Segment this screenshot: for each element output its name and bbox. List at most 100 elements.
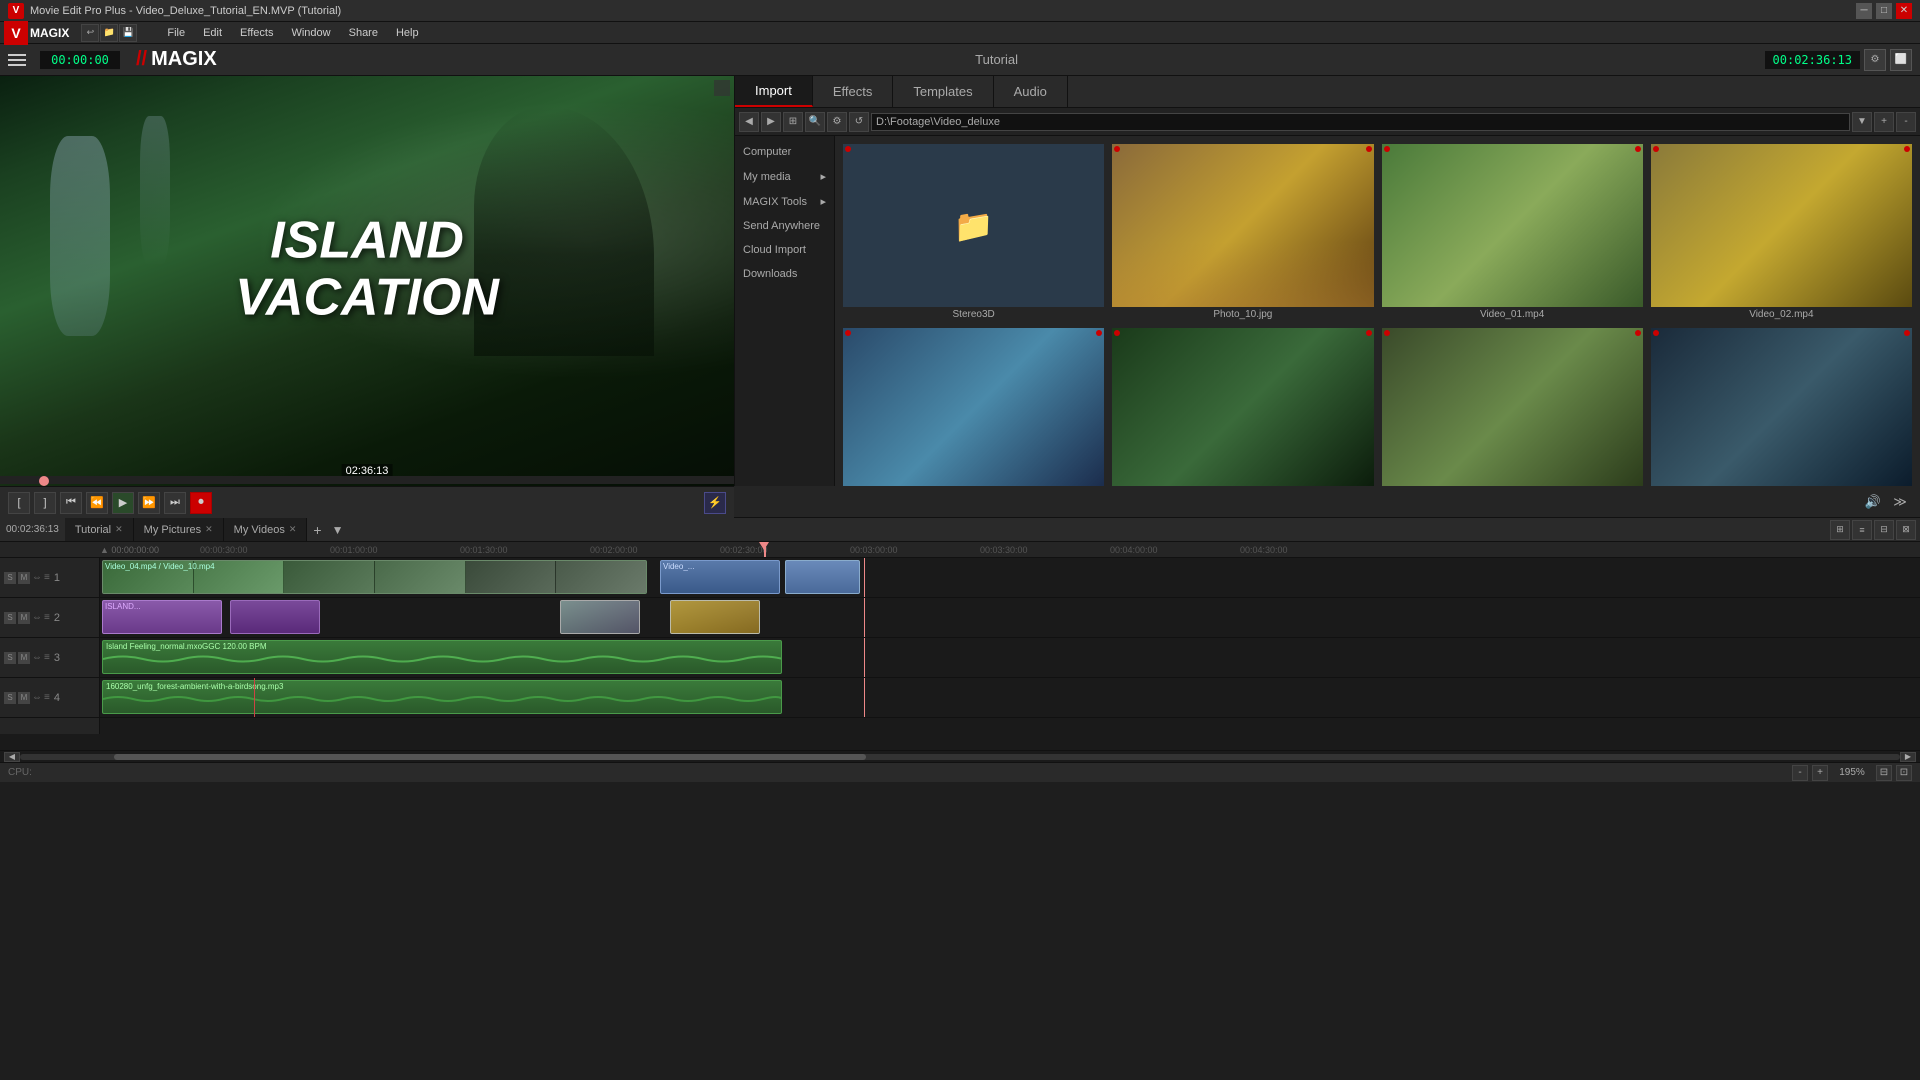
import-send-anywhere[interactable]: Send Anywhere (735, 214, 834, 238)
media-item-video[interactable]: Video_03.mp4 (843, 328, 1104, 486)
clip-video-2[interactable]: Video_... (660, 560, 780, 594)
tab-pictures-close[interactable]: ✕ (205, 524, 213, 535)
import-downloads[interactable]: Downloads (735, 262, 834, 286)
track-4-mute[interactable]: M (18, 692, 30, 704)
restore-button[interactable]: □ (1876, 3, 1892, 19)
track-1-solo[interactable]: S (4, 572, 16, 584)
timeline-view-button[interactable]: ≡ (1852, 520, 1872, 540)
clip-audio-1[interactable]: Island Feeling_normal.mxoGGC 120.00 BPM (102, 640, 782, 674)
media-item-folder[interactable]: 📁 Stereo3D (843, 144, 1104, 320)
track-1-expand[interactable]: ≡ (44, 572, 50, 583)
clip-title-2[interactable] (230, 600, 320, 634)
maximize-view-icon[interactable]: ⬜ (1890, 49, 1912, 71)
track-2-expand[interactable]: ≡ (44, 612, 50, 623)
large-view-button[interactable]: ⊟ (1874, 520, 1894, 540)
scroll-left-button[interactable]: ◀ (4, 752, 20, 762)
refresh-button[interactable]: ↺ (849, 112, 869, 132)
track-2-solo[interactable]: S (4, 612, 16, 624)
toolbar-icon-3[interactable]: 💾 (119, 24, 137, 42)
fast-forward-button[interactable]: ⏩ (138, 492, 160, 514)
tab-import[interactable]: Import (735, 76, 813, 107)
track-expand-button[interactable]: ⊠ (1896, 520, 1916, 540)
media-item-video[interactable]: Video_01.mp4 (1382, 144, 1643, 320)
menu-effects[interactable]: Effects (232, 25, 281, 41)
track-3-expand[interactable]: ≡ (44, 652, 50, 663)
scroll-track[interactable] (20, 754, 1900, 760)
media-item-video[interactable]: Video_02.mp4 (1651, 144, 1912, 320)
scroll-thumb[interactable] (114, 754, 866, 760)
menu-file[interactable]: File (159, 25, 193, 41)
timeline-tab-videos[interactable]: My Videos ✕ (224, 518, 308, 541)
tab-effects[interactable]: Effects (813, 76, 894, 107)
media-item-photo[interactable]: Photo_10.jpg (1112, 144, 1373, 320)
track-3-mute[interactable]: M (18, 652, 30, 664)
menu-help[interactable]: Help (388, 25, 427, 41)
clip-title-1[interactable]: ISLAND... (102, 600, 222, 634)
panel-settings-button[interactable]: ⚙ (827, 112, 847, 132)
add-timeline-button[interactable]: + (307, 522, 327, 538)
timeline-tab-tutorial[interactable]: Tutorial ✕ (65, 518, 134, 541)
media-item-video[interactable]: Video_04.mp4 (1112, 328, 1373, 486)
media-item-video[interactable]: Video_06.mp4 (1651, 328, 1912, 486)
zoom-out-button[interactable]: - (1792, 765, 1808, 781)
import-my-media[interactable]: My media ▸ (735, 164, 834, 189)
minimize-button[interactable]: ─ (1856, 3, 1872, 19)
menu-edit[interactable]: Edit (195, 25, 230, 41)
view-mode-button[interactable]: ⊞ (783, 112, 803, 132)
tab-audio[interactable]: Audio (994, 76, 1068, 107)
remove-path-button[interactable]: - (1896, 112, 1916, 132)
track-3-solo[interactable]: S (4, 652, 16, 664)
more-options-button[interactable]: ≫ (1888, 490, 1912, 514)
toolbar-icon-2[interactable]: 📁 (100, 24, 118, 42)
track-4-lock[interactable]: ⇔ (32, 692, 42, 703)
nav-forward-button[interactable]: ▶ (761, 112, 781, 132)
clip-video-1[interactable]: Video_04.mp4 / Video_10.mp4 (102, 560, 647, 594)
import-magix-tools[interactable]: MAGIX Tools ▸ (735, 189, 834, 214)
track-2-mute[interactable]: M (18, 612, 30, 624)
track-4-expand[interactable]: ≡ (44, 692, 50, 703)
track-2-lock[interactable]: ⇔ (32, 612, 42, 623)
smart-render-button[interactable]: ⚡ (704, 492, 726, 514)
clip-title-3[interactable] (560, 600, 640, 634)
track-3-lock[interactable]: ⇔ (32, 652, 42, 663)
record-button[interactable]: ⏺ (190, 492, 212, 514)
go-end-button[interactable]: ⏭ (164, 492, 186, 514)
import-cloud[interactable]: Cloud Import (735, 238, 834, 262)
volume-button[interactable]: 🔊 (1861, 490, 1885, 514)
tab-templates[interactable]: Templates (893, 76, 993, 107)
tab-videos-close[interactable]: ✕ (289, 524, 297, 535)
mark-in-button[interactable]: [ (8, 492, 30, 514)
rewind-button[interactable]: ⏪ (86, 492, 108, 514)
track-4-solo[interactable]: S (4, 692, 16, 704)
clip-video-3[interactable] (785, 560, 860, 594)
window-controls[interactable]: ─ □ ✕ (1856, 3, 1912, 19)
storyboard-view-button[interactable]: ⊞ (1830, 520, 1850, 540)
import-computer[interactable]: Computer (735, 140, 834, 164)
menu-window[interactable]: Window (283, 25, 338, 41)
close-button[interactable]: ✕ (1896, 3, 1912, 19)
menu-share[interactable]: Share (341, 25, 386, 41)
path-dropdown-button[interactable]: ▼ (1852, 112, 1872, 132)
track-1-mute[interactable]: M (18, 572, 30, 584)
search-button[interactable]: 🔍 (805, 112, 825, 132)
zoom-in-button[interactable]: + (1812, 765, 1828, 781)
clip-audio-2[interactable]: 160280_unfg_forest-ambient-with-a-birdso… (102, 680, 782, 714)
timeline-tab-pictures[interactable]: My Pictures ✕ (134, 518, 224, 541)
play-button[interactable]: ▶ (112, 492, 134, 514)
timeline-scrollbar[interactable]: ◀ ▶ (0, 750, 1920, 762)
zoom-fit-button[interactable]: ⊟ (1876, 765, 1892, 781)
track-1-lock[interactable]: ⇔ (32, 572, 42, 583)
hamburger-menu[interactable] (8, 50, 28, 70)
scroll-right-button[interactable]: ▶ (1900, 752, 1916, 762)
mark-out-button[interactable]: ] (34, 492, 56, 514)
clip-title-4[interactable] (670, 600, 760, 634)
timeline-dropdown-button[interactable]: ▼ (328, 523, 348, 537)
zoom-reset-button[interactable]: ⊡ (1896, 765, 1912, 781)
media-item-video[interactable]: Video_05.mp4 (1382, 328, 1643, 486)
toolbar-icon-1[interactable]: ↩ (81, 24, 99, 42)
settings-icon[interactable]: ⚙ (1864, 49, 1886, 71)
path-input[interactable] (871, 113, 1850, 131)
tab-tutorial-close[interactable]: ✕ (115, 524, 123, 535)
add-path-button[interactable]: + (1874, 112, 1894, 132)
nav-back-button[interactable]: ◀ (739, 112, 759, 132)
